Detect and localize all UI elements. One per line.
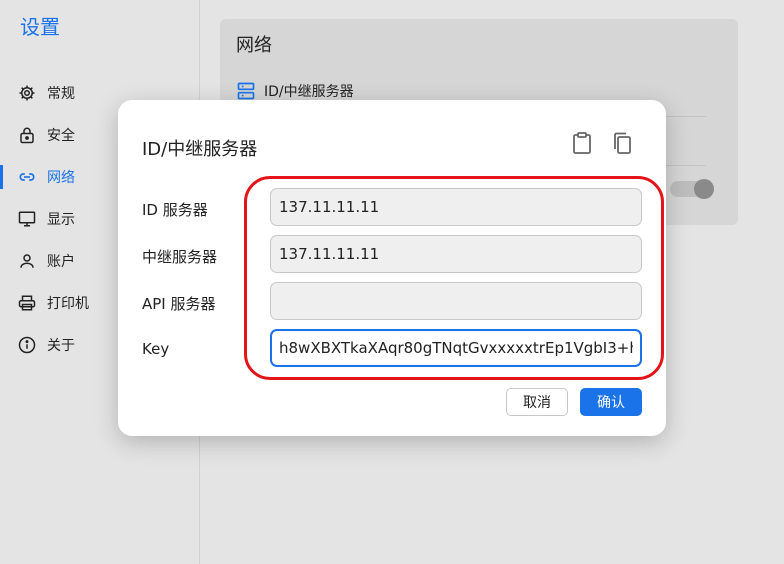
gear-icon: [18, 84, 36, 102]
monitor-icon: [18, 210, 36, 228]
sidebar-item-label: 常规: [47, 86, 75, 102]
dialog-title: ID/中继服务器: [142, 139, 258, 160]
confirm-button[interactable]: 确认: [580, 388, 642, 416]
card-title: 网络: [236, 35, 272, 56]
sidebar-item-label: 关于: [47, 338, 75, 354]
key-label: Key: [142, 340, 170, 358]
sidebar-item-label: 显示: [47, 212, 75, 228]
server-dialog: ID/中继服务器 ID 服务器 中继服务器 API 服务器 Key 取消 确认: [118, 100, 666, 436]
lock-icon: [18, 126, 36, 144]
key-input[interactable]: [270, 329, 642, 367]
relay-server-input[interactable]: [270, 235, 642, 273]
sidebar-item-label: 网络: [47, 170, 75, 186]
id-server-label: ID 服务器: [142, 201, 208, 219]
copy-icon[interactable]: [609, 130, 635, 156]
person-icon: [18, 252, 36, 270]
api-server-label: API 服务器: [142, 295, 216, 313]
link-icon: [18, 168, 36, 186]
server-row[interactable]: ID/中继服务器: [236, 81, 354, 101]
info-icon: [18, 336, 36, 354]
sidebar-item-label: 安全: [47, 128, 75, 144]
app-title: 设置: [20, 15, 60, 39]
clipboard-icon[interactable]: [569, 130, 595, 156]
server-icon: [236, 81, 256, 101]
relay-server-label: 中继服务器: [142, 248, 218, 266]
cancel-button[interactable]: 取消: [506, 388, 568, 416]
server-row-label: ID/中继服务器: [264, 84, 354, 100]
sidebar-item-label: 打印机: [47, 296, 89, 312]
api-server-input[interactable]: [270, 282, 642, 320]
toggle-switch[interactable]: [670, 179, 714, 199]
printer-icon: [18, 294, 36, 312]
id-server-input[interactable]: [270, 188, 642, 226]
sidebar-item-label: 账户: [47, 254, 75, 270]
